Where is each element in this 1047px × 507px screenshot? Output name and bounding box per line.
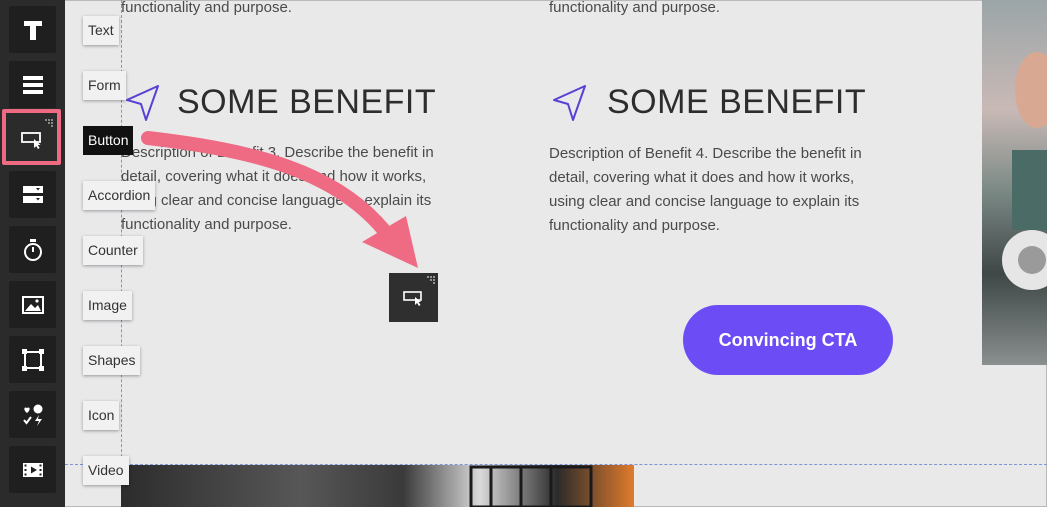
benefit-right-description: Description of Benefit 4. Describe the b…	[549, 145, 862, 234]
cta-button[interactable]: Convincing CTA	[683, 305, 893, 375]
corner-grid-icon	[427, 276, 435, 284]
street-photo	[121, 465, 634, 507]
benefit-right-icon	[551, 84, 587, 127]
accordion-tool[interactable]	[9, 171, 56, 218]
robot-photo	[982, 0, 1047, 365]
shapes-icon	[21, 348, 44, 371]
element-toolbar	[0, 0, 65, 507]
accordion-icon	[22, 185, 43, 203]
dragged-button-element[interactable]	[389, 273, 438, 322]
form-tool[interactable]	[9, 61, 56, 108]
icon-tool[interactable]	[9, 391, 56, 438]
benefit-right-title: SOME BENEFIT	[607, 83, 867, 121]
text-fragment-right: functionality and purpose.	[549, 0, 720, 16]
tool-label-shapes: Shapes	[83, 346, 141, 375]
benefit-left-title: SOME BENEFIT	[177, 83, 437, 121]
tool-label-counter: Counter	[83, 236, 143, 265]
tool-label-icon: Icon	[83, 401, 120, 430]
image-icon	[21, 295, 44, 314]
tool-label-button: Button	[83, 126, 134, 155]
text-fragment-left: functionality and purpose.	[121, 0, 292, 16]
emoji-icon	[22, 404, 42, 426]
tool-label-video: Video	[83, 456, 129, 485]
active-tool-highlight	[2, 109, 61, 165]
stopwatch-icon	[23, 238, 42, 261]
tool-label-image: Image	[83, 291, 132, 320]
drag-arrow	[140, 120, 440, 285]
video-tool[interactable]	[9, 446, 56, 493]
button-cursor-icon	[402, 290, 422, 306]
text-icon	[23, 20, 42, 40]
counter-tool[interactable]	[9, 226, 56, 273]
tool-label-form: Form	[83, 71, 126, 100]
video-icon	[22, 462, 43, 477]
shapes-tool[interactable]	[9, 336, 56, 383]
form-icon	[22, 75, 43, 94]
image-tool[interactable]	[9, 281, 56, 328]
tool-label-text: Text	[83, 16, 119, 45]
tool-label-accordion: Accordion	[83, 181, 156, 210]
text-tool[interactable]	[9, 6, 56, 53]
